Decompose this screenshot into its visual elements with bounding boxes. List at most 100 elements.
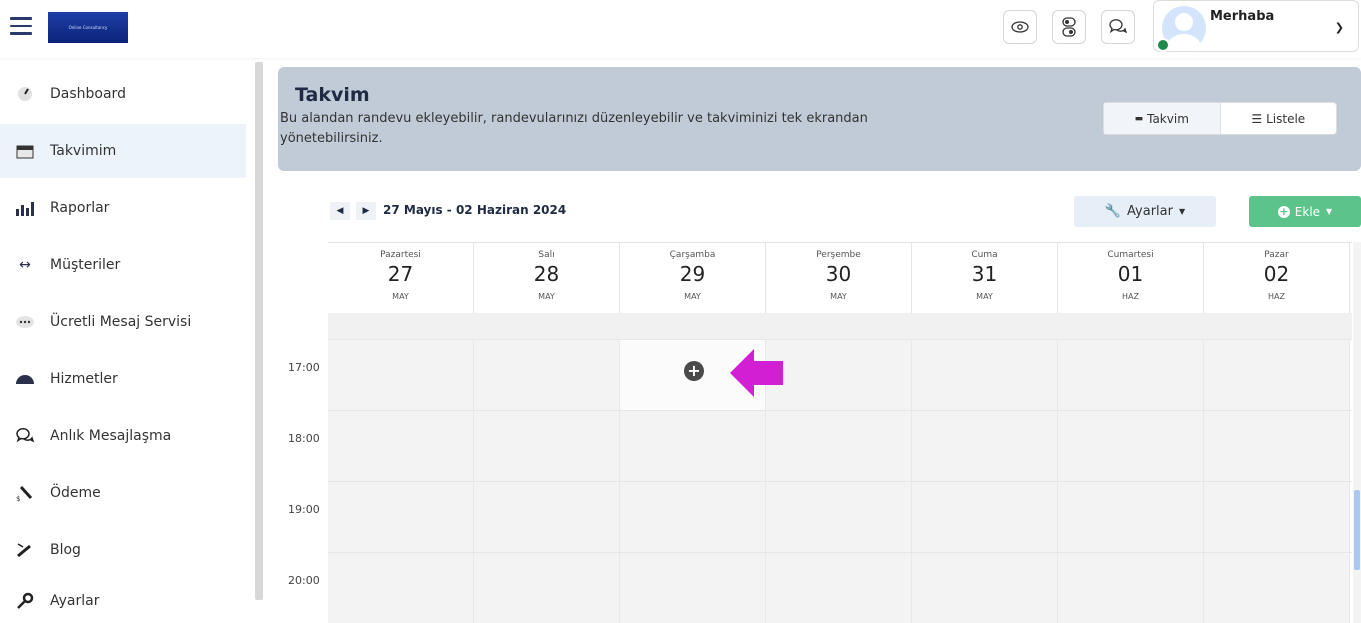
time-slot[interactable]: [766, 411, 912, 481]
time-slot[interactable]: [328, 411, 474, 481]
gauge-icon: [12, 83, 38, 105]
time-slot[interactable]: [328, 553, 474, 623]
sidebar-scrollbar[interactable]: [255, 62, 263, 600]
chat-icon: [12, 425, 38, 447]
user-menu[interactable]: Merhaba ❯: [1153, 0, 1359, 52]
day-header-thursday[interactable]: Perşembe 30 MAY: [766, 243, 912, 313]
chat-button[interactable]: [1101, 10, 1135, 44]
toggle-button[interactable]: [1052, 10, 1086, 44]
time-slot[interactable]: [1204, 553, 1350, 623]
pencil-icon: [12, 539, 38, 561]
time-slot[interactable]: [1058, 411, 1204, 481]
settings-label: Ayarlar: [1127, 204, 1173, 219]
day-number: 29: [679, 262, 706, 286]
settings-button[interactable]: 🔧 Ayarlar ▼: [1074, 196, 1216, 227]
tab-list-view[interactable]: ☰ Listele: [1221, 103, 1337, 134]
tab-label: Listele: [1266, 111, 1306, 126]
view-toggle: ▬ Takvim ☰ Listele: [1103, 102, 1337, 135]
sidebar-item-label: Dashboard: [50, 86, 126, 102]
next-week-button[interactable]: ▶: [356, 202, 376, 220]
time-slot[interactable]: [1058, 340, 1204, 410]
week-calendar: Pazartesi 27 MAY Salı 28 MAY Çarşamba 29…: [328, 242, 1352, 623]
time-slot[interactable]: [328, 340, 474, 410]
time-row-20: [328, 552, 1352, 623]
prev-week-button[interactable]: ◀: [330, 202, 350, 220]
time-slot[interactable]: [766, 340, 912, 410]
time-slot[interactable]: [912, 411, 1058, 481]
svg-text:$: $: [16, 495, 20, 502]
chevron-down-icon[interactable]: ❯: [1335, 21, 1344, 34]
add-appointment-icon[interactable]: +: [684, 361, 704, 381]
toggle-icon: [1062, 17, 1076, 37]
sidebar-item-label: Raporlar: [50, 200, 110, 216]
day-header-tuesday[interactable]: Salı 28 MAY: [474, 243, 620, 313]
day-header-wednesday[interactable]: Çarşamba 29 MAY: [620, 243, 766, 313]
day-month: MAY: [392, 292, 409, 301]
time-slot[interactable]: [912, 553, 1058, 623]
time-slot[interactable]: [620, 411, 766, 481]
time-slot[interactable]: [328, 482, 474, 552]
caret-right-icon: ▶: [362, 206, 370, 216]
time-label: 20:00: [288, 574, 320, 587]
eye-button[interactable]: [1003, 10, 1037, 44]
pointer-arrow-icon: [730, 349, 783, 397]
sidebar-item-label: Blog: [50, 542, 81, 558]
day-header-saturday[interactable]: Cumartesi 01 HAZ: [1058, 243, 1204, 313]
sidebar-item-raporlar[interactable]: Raporlar: [0, 181, 246, 235]
sidebar-item-takvimim[interactable]: Takvimim: [0, 124, 246, 178]
time-slot[interactable]: [766, 553, 912, 623]
day-name: Cuma: [971, 250, 998, 260]
time-slot[interactable]: [912, 482, 1058, 552]
sidebar-item-hizmetler[interactable]: Hizmetler: [0, 352, 246, 406]
day-header-sunday[interactable]: Pazar 02 HAZ: [1204, 243, 1350, 313]
sidebar-item-label: Ücretli Mesaj Servisi: [50, 314, 192, 330]
page-title: Takvim: [295, 84, 370, 106]
sidebar-item-label: Hizmetler: [50, 371, 118, 387]
wrench-icon: [12, 590, 38, 612]
time-slot[interactable]: [766, 482, 912, 552]
day-header-friday[interactable]: Cuma 31 MAY: [912, 243, 1058, 313]
hamburger-menu-icon[interactable]: [10, 17, 32, 35]
tab-calendar-view[interactable]: ▬ Takvim: [1104, 103, 1221, 134]
time-slot[interactable]: [912, 340, 1058, 410]
sidebar-item-odeme[interactable]: $ Ödeme: [0, 466, 246, 520]
time-slot[interactable]: [1204, 340, 1350, 410]
add-label: Ekle: [1294, 204, 1321, 219]
time-slot[interactable]: [474, 553, 620, 623]
day-month: HAZ: [1268, 292, 1285, 301]
day-number: 31: [971, 262, 998, 286]
time-slot[interactable]: [474, 340, 620, 410]
payment-icon: $: [12, 482, 38, 504]
logo[interactable]: Online Consultancy: [48, 12, 128, 43]
sidebar-item-musteriler[interactable]: ↔ Müşteriler: [0, 238, 246, 292]
time-slot[interactable]: [620, 553, 766, 623]
day-name: Pazartesi: [380, 250, 421, 260]
time-slot[interactable]: [1058, 553, 1204, 623]
day-name: Perşembe: [816, 250, 861, 260]
sidebar-item-label: Ayarlar: [50, 593, 100, 609]
sidebar-item-ayarlar[interactable]: Ayarlar: [0, 574, 246, 623]
calendar-scrollbar-thumb[interactable]: [1354, 490, 1360, 570]
calendar-icon: [12, 140, 38, 162]
day-month: MAY: [684, 292, 701, 301]
page-description: Bu alandan randevu ekleyebilir, randevul…: [280, 111, 868, 146]
plus-circle-icon: +: [1277, 205, 1290, 218]
dots-bubble-icon: [12, 311, 38, 333]
add-button[interactable]: + Ekle ▼: [1249, 196, 1361, 227]
day-name: Salı: [538, 250, 555, 260]
time-slot[interactable]: [1204, 482, 1350, 552]
all-day-row[interactable]: [328, 313, 1352, 339]
time-slot[interactable]: [474, 482, 620, 552]
time-slot[interactable]: [1204, 411, 1350, 481]
day-header-monday[interactable]: Pazartesi 27 MAY: [328, 243, 474, 313]
date-range: 27 Mayıs - 02 Haziran 2024: [383, 203, 567, 217]
time-slot[interactable]: [474, 411, 620, 481]
sidebar-item-dashboard[interactable]: Dashboard: [0, 67, 246, 121]
time-slot[interactable]: [620, 482, 766, 552]
sidebar-item-anlik-mesajlasma[interactable]: Anlık Mesajlaşma: [0, 409, 246, 463]
arrows-horizontal-icon: ↔: [19, 257, 31, 273]
day-number: 01: [1117, 262, 1144, 286]
sidebar-item-blog[interactable]: Blog: [0, 523, 246, 577]
time-slot[interactable]: [1058, 482, 1204, 552]
sidebar-item-ucretli-mesaj[interactable]: Ücretli Mesaj Servisi: [0, 295, 246, 349]
